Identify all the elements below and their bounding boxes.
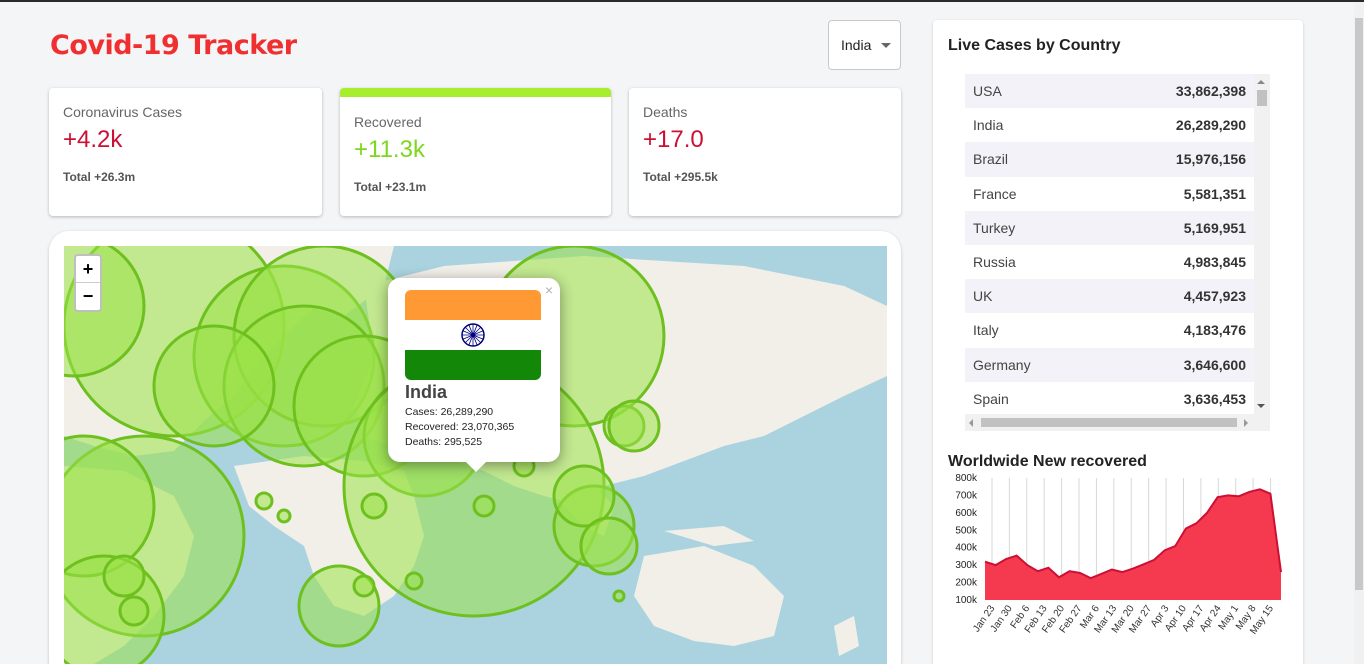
- deaths-card-label: Deaths: [643, 104, 688, 120]
- row-cases: 4,983,845: [1183, 254, 1246, 271]
- scroll-left-arrow-icon[interactable]: [969, 419, 973, 427]
- land-australia: [634, 546, 784, 646]
- row-cases: 3,646,600: [1183, 356, 1246, 373]
- chart-y-tick-label: 100k: [955, 595, 978, 606]
- table-row: Spain 3,636,453: [965, 382, 1254, 414]
- land-new-zealand: [834, 616, 859, 656]
- country-select-value: India: [841, 37, 872, 53]
- recovered-card[interactable]: Recovered +11.3k Total +23.1m: [340, 88, 611, 216]
- row-cases: 4,457,923: [1183, 288, 1246, 305]
- circle-japan[interactable]: [607, 399, 661, 453]
- page-scrollbar[interactable]: [1354, 2, 1364, 664]
- circle-small-9[interactable]: [254, 491, 274, 511]
- land-new-guinea: [664, 526, 754, 546]
- row-country: Spain: [973, 390, 1009, 407]
- row-cases: 5,169,951: [1183, 219, 1246, 236]
- caret-down-icon: [881, 42, 892, 48]
- scroll-up-arrow-icon[interactable]: [1257, 80, 1265, 84]
- popup-country-name: India: [405, 382, 448, 402]
- page-scroll-thumb[interactable]: [1355, 18, 1363, 590]
- table-row: Italy 4,183,476: [965, 313, 1254, 347]
- chart-title: Worldwide New recovered: [948, 453, 1147, 470]
- live-cases-title: Live Cases by Country: [948, 37, 1121, 54]
- deaths-card-total: Total +295.5k: [643, 170, 718, 184]
- case-circles: [64, 246, 666, 664]
- circle-mexico[interactable]: [152, 324, 276, 448]
- circle-small-10[interactable]: [276, 508, 292, 524]
- table-row: UK 4,457,923: [965, 279, 1254, 314]
- chart-y-tick-label: 200k: [955, 578, 978, 589]
- row-country: France: [973, 185, 1017, 202]
- scroll-thumb-horizontal[interactable]: [981, 418, 1237, 427]
- scroll-thumb[interactable]: [1257, 90, 1267, 106]
- row-country: India: [973, 117, 1004, 134]
- country-select[interactable]: India: [828, 20, 901, 70]
- table-row: India 26,289,290: [965, 108, 1254, 142]
- table-row: Brazil 15,976,156: [965, 142, 1254, 177]
- row-cases: 3,636,453: [1183, 390, 1246, 407]
- app-title: Covid-19 Tracker: [50, 30, 297, 61]
- row-cases: 5,581,351: [1183, 185, 1246, 202]
- row-country: Germany: [973, 356, 1031, 373]
- row-country: Brazil: [973, 151, 1009, 168]
- cases-card-total: Total +26.3m: [63, 170, 136, 184]
- table-vertical-scrollbar[interactable]: [1254, 74, 1270, 414]
- chart-y-tick-label: 700k: [955, 490, 978, 501]
- row-country: Russia: [973, 254, 1016, 271]
- circle-small-6[interactable]: [352, 574, 376, 598]
- recovered-area-chart: Jan 23Jan 30Feb 6Feb 13Feb 20Feb 27Mar 6…: [955, 473, 1282, 637]
- row-cases: 26,289,290: [1175, 117, 1246, 134]
- deaths-card[interactable]: Deaths +17.0 Total +295.5k: [629, 88, 901, 216]
- table-row: Germany 3,646,600: [965, 347, 1254, 382]
- popup-close-button[interactable]: ×: [545, 282, 553, 298]
- table-row: USA 33,862,398: [965, 74, 1254, 109]
- table-horizontal-scrollbar[interactable]: [965, 414, 1270, 431]
- zoom-out-button[interactable]: −: [76, 283, 100, 310]
- row-cases: 4,183,476: [1183, 322, 1246, 339]
- popup-cases: Cases: 26,289,290: [405, 406, 494, 418]
- zoom-control: + −: [74, 254, 102, 312]
- live-cases-table[interactable]: USA 33,862,398 India 26,289,290 Brazil 15,9…: [965, 74, 1254, 414]
- scroll-right-arrow-icon[interactable]: [1244, 419, 1248, 427]
- recovered-card-value: +11.3k: [354, 136, 425, 163]
- ashoka-chakra-icon: [461, 323, 485, 347]
- chart-area: [985, 489, 1281, 600]
- circle-small-2[interactable]: [472, 494, 496, 518]
- table-row: Turkey 5,169,951: [965, 210, 1254, 245]
- circle-small-7[interactable]: [404, 571, 424, 591]
- scroll-down-arrow-icon[interactable]: [1257, 404, 1265, 408]
- cases-card-label: Coronavirus Cases: [63, 104, 183, 120]
- row-country: USA: [973, 83, 1002, 100]
- circle-small-5[interactable]: [579, 516, 639, 576]
- table-row: France 5,581,351: [965, 177, 1254, 211]
- popup-recovered: Recovered: 23,070,365: [405, 421, 515, 433]
- recovered-card-label: Recovered: [354, 114, 422, 130]
- zoom-in-button[interactable]: +: [76, 256, 100, 283]
- popup-tip: [466, 462, 486, 472]
- country-popup: × India Cases: 26,289,290 Recovered: 23,…: [388, 278, 560, 472]
- chart-y-tick-label: 600k: [955, 508, 978, 519]
- circle-small-12[interactable]: [118, 595, 150, 627]
- row-country: Italy: [973, 322, 999, 339]
- table-row: Russia 4,983,845: [965, 245, 1254, 279]
- row-cases: 15,976,156: [1175, 151, 1246, 168]
- circle-small-1[interactable]: [360, 492, 388, 520]
- chart-y-tick-label: 500k: [955, 525, 978, 536]
- cases-card[interactable]: Coronavirus Cases +4.2k Total +26.3m: [49, 88, 322, 216]
- deaths-card-value: +17.0: [643, 126, 704, 153]
- row-country: Turkey: [973, 219, 1016, 236]
- window-top-border: [0, 0, 1364, 2]
- recovered-card-total: Total +23.1m: [354, 180, 427, 194]
- circle-small-11[interactable]: [102, 554, 146, 598]
- popup-deaths: Deaths: 295,525: [405, 436, 483, 448]
- row-country: UK: [973, 288, 993, 305]
- chart-y-tick-label: 400k: [955, 543, 978, 554]
- chart-y-tick-label: 800k: [955, 473, 978, 484]
- cases-card-value: +4.2k: [63, 126, 123, 153]
- row-cases: 33,862,398: [1175, 83, 1246, 100]
- chart-y-tick-label: 300k: [955, 560, 978, 571]
- circle-small-8[interactable]: [612, 589, 626, 603]
- india-flag: [405, 290, 541, 380]
